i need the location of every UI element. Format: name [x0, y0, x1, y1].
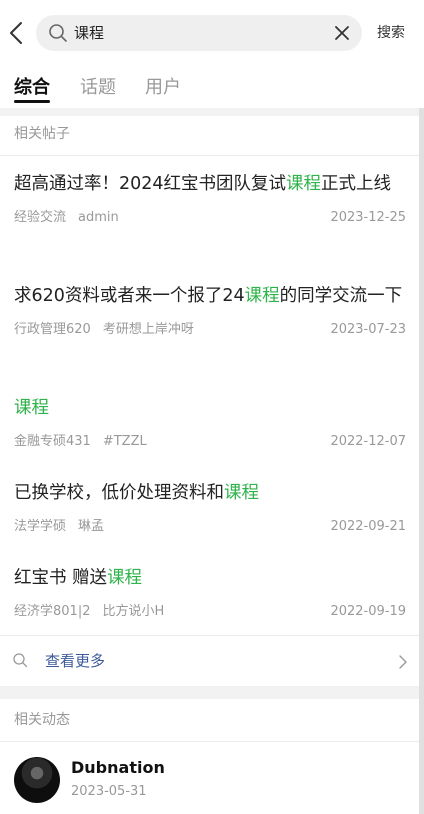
post-author: admin — [78, 210, 119, 225]
post-category: 行政管理620 — [14, 322, 91, 337]
search-icon — [49, 24, 67, 42]
divider — [0, 155, 419, 156]
search-input[interactable]: 课程 — [74, 23, 104, 43]
clear-icon[interactable] — [332, 23, 352, 43]
tab-users[interactable]: 用户 — [145, 76, 181, 100]
post-meta: 法学学硕 琳孟 2022-09-21 — [14, 517, 406, 537]
back-arrow-icon — [10, 22, 22, 44]
post-title: 已换学校，低价处理资料和课程 — [14, 483, 259, 503]
active-tab-indicator — [14, 100, 50, 103]
post-category: 经济学801|2 — [14, 604, 91, 619]
post-item[interactable]: 求620资料或者来一个报了24课程的同学交流一下 行政管理620 考研想上岸冲呀 … — [14, 282, 406, 340]
post-author: 琳孟 — [78, 519, 105, 534]
post-title: 红宝书 赠送课程 — [14, 568, 143, 588]
tab-overview[interactable]: 综合 — [14, 76, 50, 100]
related-posts-title: 相关帖子 — [14, 126, 70, 142]
tab-topics[interactable]: 话题 — [80, 76, 116, 100]
activity-user-name[interactable]: Dubnation — [71, 757, 165, 779]
search-icon — [13, 653, 28, 668]
post-title: 超高通过率！2024红宝书团队复试课程正式上线 — [14, 174, 392, 194]
view-more-label: 查看更多 — [45, 652, 106, 670]
post-category: 金融专硕431 — [14, 434, 91, 449]
post-category: 经验交流 — [14, 210, 67, 225]
post-meta: 行政管理620 考研想上岸冲呀 2023-07-23 — [14, 320, 406, 340]
chevron-right-icon — [399, 655, 407, 669]
post-item[interactable]: 已换学校，低价处理资料和课程 法学学硕 琳孟 2022-09-21 — [14, 479, 406, 537]
post-date: 2023-12-25 — [330, 210, 406, 225]
post-category: 法学学硕 — [14, 519, 67, 534]
search-field[interactable]: 课程 — [36, 15, 362, 51]
activity-date: 2023-05-31 — [71, 784, 147, 799]
related-activity-title: 相关动态 — [14, 712, 70, 728]
back-button[interactable] — [6, 18, 28, 48]
post-item[interactable]: 红宝书 赠送课程 经济学801|2 比方说小H 2022-09-19 — [14, 564, 406, 622]
scrollbar[interactable] — [419, 108, 424, 814]
post-title: 求620资料或者来一个报了24课程的同学交流一下 — [14, 286, 403, 306]
post-meta: 经验交流 admin 2023-12-25 — [14, 208, 406, 228]
post-meta: 金融专硕431 #TZZL 2022-12-07 — [14, 432, 406, 452]
post-item[interactable]: 超高通过率！2024红宝书团队复试课程正式上线 经验交流 admin 2023-1… — [14, 170, 406, 228]
post-author: #TZZL — [102, 434, 147, 449]
post-author: 比方说小H — [102, 604, 165, 619]
post-date: 2023-07-23 — [330, 322, 406, 337]
view-more-button[interactable]: 查看更多 — [0, 636, 419, 686]
post-author: 考研想上岸冲呀 — [102, 322, 194, 337]
post-item[interactable]: 课程 金融专硕431 #TZZL 2022-12-07 — [14, 394, 406, 452]
post-date: 2022-09-21 — [330, 519, 406, 534]
post-meta: 经济学801|2 比方说小H 2022-09-19 — [14, 602, 406, 622]
top-bar: 课程 搜索 — [0, 0, 424, 66]
post-title: 课程 — [14, 398, 49, 418]
post-date: 2022-09-19 — [330, 604, 406, 619]
result-tabs: 综合 话题 用户 — [0, 66, 424, 108]
avatar[interactable] — [14, 757, 60, 803]
divider — [0, 741, 419, 742]
search-button[interactable]: 搜索 — [377, 24, 405, 42]
post-date: 2022-12-07 — [330, 434, 406, 449]
